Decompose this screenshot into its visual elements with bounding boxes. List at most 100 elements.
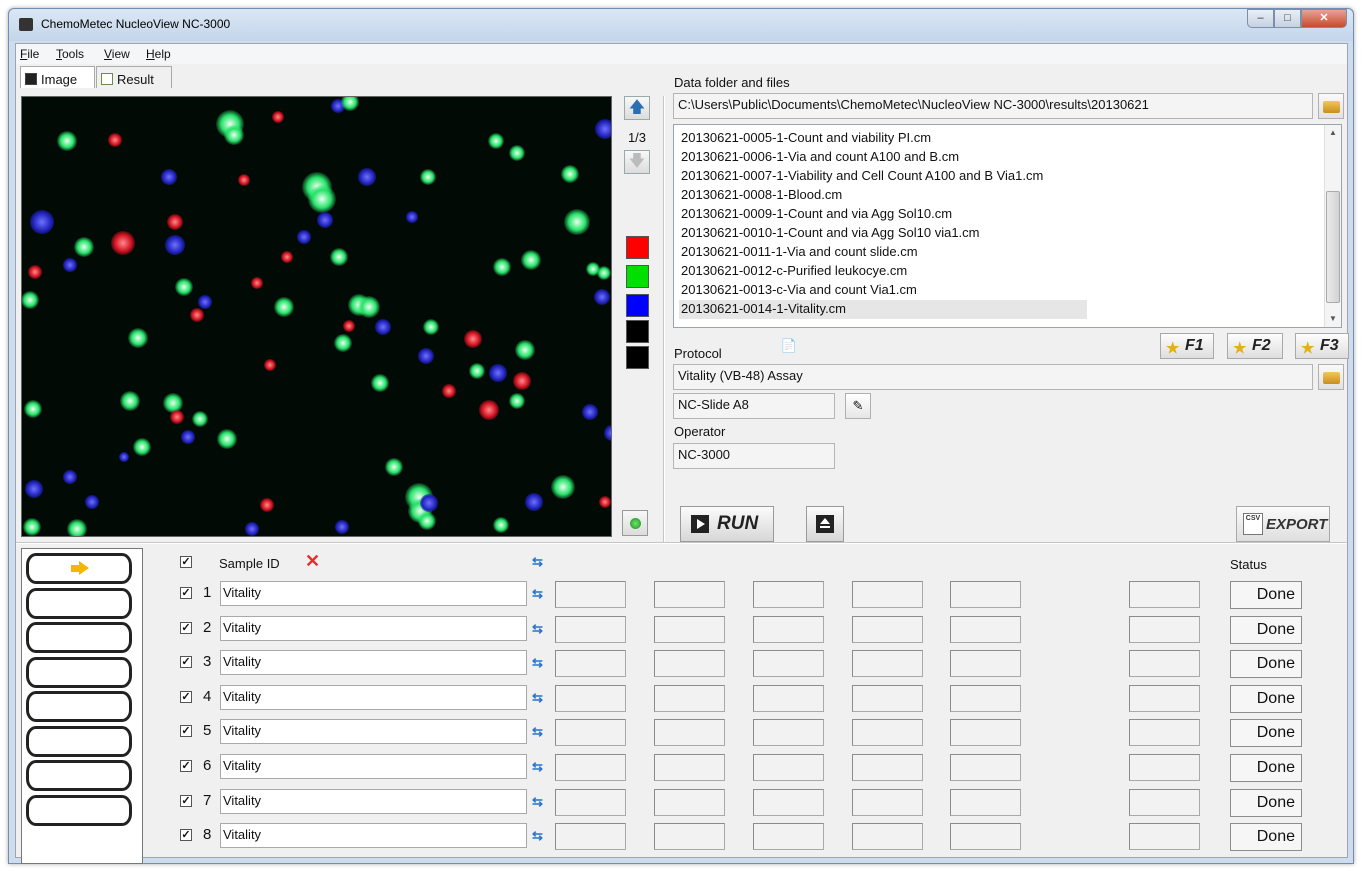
sync-all-icon[interactable]: ⇆ xyxy=(532,554,543,570)
fluorescence-image[interactable] xyxy=(21,96,612,537)
eject-button[interactable] xyxy=(806,506,844,542)
previous-image-button[interactable]: 🡅 xyxy=(624,96,650,120)
result-cell xyxy=(852,823,923,851)
sync-row-icon[interactable]: ⇆ xyxy=(532,690,543,706)
carousel-slot[interactable] xyxy=(26,553,132,584)
carousel-slot[interactable] xyxy=(26,794,132,826)
sync-row-icon[interactable]: ⇆ xyxy=(532,655,543,671)
sync-row-icon[interactable]: ⇆ xyxy=(532,794,543,810)
sample-id-input[interactable]: Vitality xyxy=(220,788,527,814)
row-checkbox[interactable]: ✓ xyxy=(180,760,192,772)
sync-row-icon[interactable]: ⇆ xyxy=(532,724,543,740)
file-list-item[interactable]: 20130621-0010-1-Count and via Agg Sol10 … xyxy=(679,224,982,243)
browse-protocol-button[interactable] xyxy=(1318,364,1344,390)
title-bar[interactable]: ChemoMetec NucleoView NC-3000 – □ ✕ xyxy=(9,9,1353,41)
carousel-slot[interactable] xyxy=(26,622,132,653)
row-checkbox[interactable]: ✓ xyxy=(180,829,192,842)
row-checkbox[interactable]: ✓ xyxy=(180,690,192,703)
favorite-f1-button[interactable]: ★ F1 xyxy=(1160,333,1214,359)
file-list-item[interactable]: 20130621-0005-1-Count and viability PI.c… xyxy=(679,129,933,148)
file-list-scrollbar[interactable]: ▲ ▼ xyxy=(1324,125,1341,327)
sample-id-input[interactable]: Vitality xyxy=(220,650,527,676)
channel-swatch-4[interactable] xyxy=(626,320,649,343)
status-indicator-button[interactable] xyxy=(622,510,648,536)
image-page-indicator: 1/3 xyxy=(627,130,647,145)
tab-image[interactable]: Image xyxy=(20,66,95,88)
favorite-f3-button[interactable]: ★ F3 xyxy=(1295,333,1349,359)
select-all-checkbox[interactable]: ✓ xyxy=(180,556,192,568)
red-channel-swatch[interactable] xyxy=(626,236,649,259)
file-list-item[interactable]: 20130621-0014-1-Vitality.cm xyxy=(679,300,1087,319)
file-list-item[interactable]: 20130621-0009-1-Count and via Agg Sol10.… xyxy=(679,205,954,224)
blue-channel-swatch[interactable] xyxy=(626,294,649,317)
carousel-slot[interactable] xyxy=(26,587,132,619)
minimize-button[interactable]: – xyxy=(1247,9,1274,28)
data-folder-path[interactable]: C:\Users\Public\Documents\ChemoMetec\Nuc… xyxy=(673,93,1313,119)
app-window: ChemoMetec NucleoView NC-3000 – □ ✕ File… xyxy=(8,8,1354,864)
slide-field[interactable]: NC-Slide A8 xyxy=(673,393,835,419)
row-checkbox[interactable]: ✓ xyxy=(180,587,192,599)
result-cell xyxy=(654,719,725,747)
carousel-slot[interactable] xyxy=(26,760,132,791)
sample-id-input[interactable]: Vitality xyxy=(220,615,527,641)
scroll-up-icon[interactable]: ▲ xyxy=(1325,125,1341,141)
file-list-item[interactable]: 20130621-0006-1-Via and count A100 and B… xyxy=(679,148,961,167)
carousel-slot[interactable] xyxy=(26,656,132,688)
sample-id-input[interactable]: Vitality xyxy=(220,719,527,745)
fluorescent-cell xyxy=(469,363,485,379)
result-cell xyxy=(852,719,923,747)
pencil-icon: ✎ xyxy=(852,398,864,413)
menu-tools[interactable]: Tools xyxy=(56,47,84,61)
row-checkbox[interactable]: ✓ xyxy=(180,725,192,738)
file-list[interactable]: ▲ ▼ 20130621-0005-1-Count and viability … xyxy=(673,124,1342,328)
fluorescent-cell xyxy=(406,211,418,223)
sample-id-input[interactable]: Vitality xyxy=(220,684,527,710)
next-image-button[interactable]: 🡇 xyxy=(624,150,650,174)
row-checkbox[interactable]: ✓ xyxy=(180,794,192,807)
menu-help[interactable]: Help xyxy=(146,47,171,61)
tab-result[interactable]: Result xyxy=(96,66,172,88)
fluorescent-cell xyxy=(479,400,499,420)
file-list-item[interactable]: 20130621-0013-c-Via and count Via1.cm xyxy=(679,281,919,300)
result-cell xyxy=(555,684,626,712)
menu-file[interactable]: File xyxy=(20,47,39,61)
scroll-down-icon[interactable]: ▼ xyxy=(1325,311,1341,327)
sync-row-icon[interactable]: ⇆ xyxy=(532,621,543,637)
fluorescent-cell xyxy=(515,340,535,360)
carousel-slot[interactable] xyxy=(26,725,132,757)
sync-row-icon[interactable]: ⇆ xyxy=(532,586,543,602)
slide-carousel[interactable] xyxy=(21,548,143,864)
operator-field[interactable]: NC-3000 xyxy=(673,443,835,469)
file-list-item[interactable]: 20130621-0007-1-Viability and Cell Count… xyxy=(679,167,1045,186)
channel-swatch-5[interactable] xyxy=(626,346,649,369)
sample-id-input[interactable]: Vitality xyxy=(220,754,527,779)
file-list-item[interactable]: 20130621-0012-c-Purified leukocye.cm xyxy=(679,262,909,281)
maximize-button[interactable]: □ xyxy=(1274,9,1301,28)
favorite-f2-button[interactable]: ★ F2 xyxy=(1227,333,1283,359)
sample-id-input[interactable]: Vitality xyxy=(220,581,527,606)
status-badge: Done xyxy=(1230,684,1302,713)
protocol-document-icon[interactable]: 📄 xyxy=(776,334,802,360)
file-list-item[interactable]: 20130621-0008-1-Blood.cm xyxy=(679,186,844,205)
carousel-slot[interactable] xyxy=(26,691,132,722)
edit-slide-button[interactable]: ✎ xyxy=(845,393,871,419)
fluorescent-cell xyxy=(371,374,389,392)
fluorescent-cell xyxy=(192,411,208,427)
clear-ids-icon[interactable]: ✕ xyxy=(305,551,320,572)
fluorescent-cell xyxy=(493,258,511,276)
browse-folder-button[interactable] xyxy=(1318,93,1344,119)
sync-row-icon[interactable]: ⇆ xyxy=(532,759,543,775)
run-button[interactable]: RUN xyxy=(680,506,774,542)
protocol-field[interactable]: Vitality (VB-48) Assay xyxy=(673,364,1313,390)
menu-view[interactable]: View xyxy=(104,47,130,61)
file-list-item[interactable]: 20130621-0011-1-Via and count slide.cm xyxy=(679,243,920,262)
close-button[interactable]: ✕ xyxy=(1301,9,1347,28)
scroll-thumb[interactable] xyxy=(1326,191,1340,303)
sync-row-icon[interactable]: ⇆ xyxy=(532,828,543,844)
tab-image-label: Image xyxy=(41,71,78,87)
sample-id-input[interactable]: Vitality xyxy=(220,823,527,849)
green-channel-swatch[interactable] xyxy=(626,265,649,288)
row-checkbox[interactable]: ✓ xyxy=(180,656,192,669)
row-checkbox[interactable]: ✓ xyxy=(180,621,192,634)
export-button[interactable]: CSV EXPORT xyxy=(1236,506,1330,542)
